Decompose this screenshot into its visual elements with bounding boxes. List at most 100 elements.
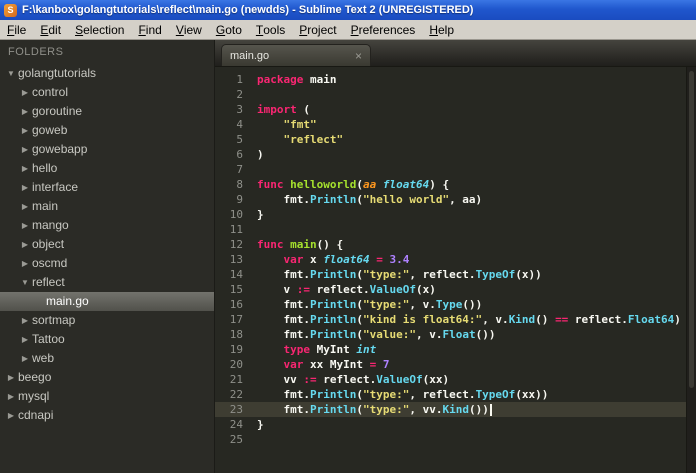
tree-item-main[interactable]: ▶ main [0, 197, 214, 216]
sublime-text-window: S F:\kanbox\golangtutorials\reflect\main… [0, 0, 696, 473]
menu-find[interactable]: Find [131, 20, 168, 39]
menu-edit[interactable]: Edit [33, 20, 68, 39]
chevron-right-icon[interactable]: ▶ [18, 159, 32, 178]
line-number: 1 [236, 73, 243, 86]
tree-item-label: main [32, 199, 59, 213]
line-number: 6 [236, 148, 243, 161]
code-line-8[interactable]: 8 func helloworld(aa float64) { [215, 177, 696, 192]
chevron-right-icon[interactable]: ▶ [18, 349, 32, 368]
editor-column: main.go × 1 package main 2 3 import (4 "fmt"… [215, 40, 696, 473]
menu-selection[interactable]: Selection [68, 20, 131, 39]
chevron-down-icon[interactable]: ▼ [4, 64, 18, 83]
chevron-right-icon[interactable]: ▶ [18, 83, 32, 102]
code-line-19[interactable]: 19 type MyInt int [215, 342, 696, 357]
code-line-10[interactable]: 10} [215, 207, 696, 222]
chevron-right-icon[interactable]: ▶ [18, 197, 32, 216]
tree-item-gowebapp[interactable]: ▶ gowebapp [0, 140, 214, 159]
tree-item-web[interactable]: ▶ web [0, 349, 214, 368]
tree-item-mango[interactable]: ▶ mango [0, 216, 214, 235]
line-number: 24 [229, 418, 243, 431]
code-editor[interactable]: 1 package main 2 3 import (4 "fmt" 5 "reflect… [215, 67, 696, 473]
tree-item-interface[interactable]: ▶ interface [0, 178, 214, 197]
tree-item-label: goroutine [32, 104, 83, 118]
window-title: F:\kanbox\golangtutorials\reflect\main.g… [22, 4, 474, 16]
tree-item-goweb[interactable]: ▶ goweb [0, 121, 214, 140]
tree-item-reflect[interactable]: ▼ reflect [0, 273, 214, 292]
line-number: 12 [229, 238, 243, 251]
tree-item-label: goweb [32, 123, 68, 137]
menu-bar: File Edit Selection Find View Goto Tools Projec… [0, 20, 696, 40]
code-line-13[interactable]: 13 var x float64 = 3.4 [215, 252, 696, 267]
code-line-12[interactable]: 12 func main() { [215, 237, 696, 252]
code-line-2[interactable]: 2 [215, 87, 696, 102]
tree-item-beego[interactable]: ▶ beego [0, 368, 214, 387]
line-number: 2 [236, 88, 243, 101]
chevron-right-icon[interactable]: ▶ [18, 254, 32, 273]
tree-item-cdnapi[interactable]: ▶ cdnapi [0, 406, 214, 425]
line-number: 3 [236, 103, 243, 116]
code-line-11[interactable]: 11 [215, 222, 696, 237]
line-content: var x float64 = 3.4 [283, 253, 410, 266]
menu-file[interactable]: File [0, 20, 33, 39]
tree-item-main-go[interactable]: main.go [0, 292, 214, 311]
tree-item-tattoo[interactable]: ▶ Tattoo [0, 330, 214, 349]
tree-item-control[interactable]: ▶ control [0, 83, 214, 102]
chevron-right-icon[interactable]: ▶ [4, 406, 18, 425]
code-line-9[interactable]: 9 fmt.Println("hello world", aa) [215, 192, 696, 207]
menu-goto[interactable]: Goto [209, 20, 249, 39]
title-bar[interactable]: S F:\kanbox\golangtutorials\reflect\main… [0, 0, 696, 20]
code-line-6[interactable]: 6) [215, 147, 696, 162]
chevron-right-icon[interactable]: ▶ [18, 330, 32, 349]
tree-item-sortmap[interactable]: ▶ sortmap [0, 311, 214, 330]
chevron-right-icon[interactable]: ▶ [18, 102, 32, 121]
code-line-24[interactable]: 24} [215, 417, 696, 432]
chevron-down-icon[interactable]: ▼ [18, 273, 32, 292]
chevron-right-icon[interactable]: ▶ [18, 311, 32, 330]
vertical-scrollbar[interactable] [686, 67, 696, 473]
line-content: func helloworld(aa float64) { [257, 178, 450, 191]
code-line-21[interactable]: 21 vv := reflect.ValueOf(xx) [215, 372, 696, 387]
code-line-16[interactable]: 16 fmt.Println("type:", v.Type()) [215, 297, 696, 312]
line-content: fmt.Println("type:", v.Type()) [257, 298, 483, 311]
tab-main-go[interactable]: main.go × [221, 44, 371, 66]
tree-item-mysql[interactable]: ▶ mysql [0, 387, 214, 406]
code-line-14[interactable]: 14 fmt.Println("type:", reflect.TypeOf(x… [215, 267, 696, 282]
folders-header: FOLDERS [8, 46, 64, 58]
tree-item-goroutine[interactable]: ▶ goroutine [0, 102, 214, 121]
chevron-right-icon[interactable]: ▶ [4, 368, 18, 387]
code-line-23[interactable]: 23 fmt.Println("type:", vv.Kind()) [215, 402, 696, 417]
code-line-22[interactable]: 22 fmt.Println("type:", reflect.TypeOf(x… [215, 387, 696, 402]
chevron-right-icon[interactable]: ▶ [18, 235, 32, 254]
menu-preferences[interactable]: Preferences [344, 20, 423, 39]
code-line-15[interactable]: 15 v := reflect.ValueOf(x) [215, 282, 696, 297]
menu-view[interactable]: View [169, 20, 209, 39]
tab-close-icon[interactable]: × [355, 50, 362, 62]
code-line-17[interactable]: 17 fmt.Println("kind is float64:", v.Kin… [215, 312, 696, 327]
tree-item-oscmd[interactable]: ▶ oscmd [0, 254, 214, 273]
menu-tools[interactable]: Tools [249, 20, 292, 39]
code-line-4[interactable]: 4 "fmt" [215, 117, 696, 132]
tree-item-hello[interactable]: ▶ hello [0, 159, 214, 178]
scrollbar-thumb[interactable] [689, 71, 694, 388]
code-line-1[interactable]: 1 package main [215, 72, 696, 87]
code-line-25[interactable]: 25 [215, 432, 696, 447]
tree-item-object[interactable]: ▶ object [0, 235, 214, 254]
code-line-7[interactable]: 7 [215, 162, 696, 177]
chevron-right-icon[interactable]: ▶ [18, 140, 32, 159]
chevron-right-icon[interactable]: ▶ [18, 216, 32, 235]
code-line-20[interactable]: 20 var xx MyInt = 7 [215, 357, 696, 372]
chevron-right-icon[interactable]: ▶ [4, 387, 18, 406]
line-number: 8 [236, 178, 243, 191]
line-number: 14 [229, 268, 243, 281]
code-line-3[interactable]: 3 import ( [215, 102, 696, 117]
menu-project[interactable]: Project [292, 20, 343, 39]
tree-item-golangtutorials[interactable]: ▼ golangtutorials [0, 64, 214, 83]
chevron-right-icon[interactable]: ▶ [18, 121, 32, 140]
line-number: 16 [229, 298, 243, 311]
chevron-right-icon[interactable]: ▶ [18, 178, 32, 197]
menu-help[interactable]: Help [422, 20, 461, 39]
line-number: 13 [229, 253, 243, 266]
tree-item-label: main.go [46, 294, 89, 308]
code-line-5[interactable]: 5 "reflect" [215, 132, 696, 147]
code-line-18[interactable]: 18 fmt.Println("value:", v.Float()) [215, 327, 696, 342]
